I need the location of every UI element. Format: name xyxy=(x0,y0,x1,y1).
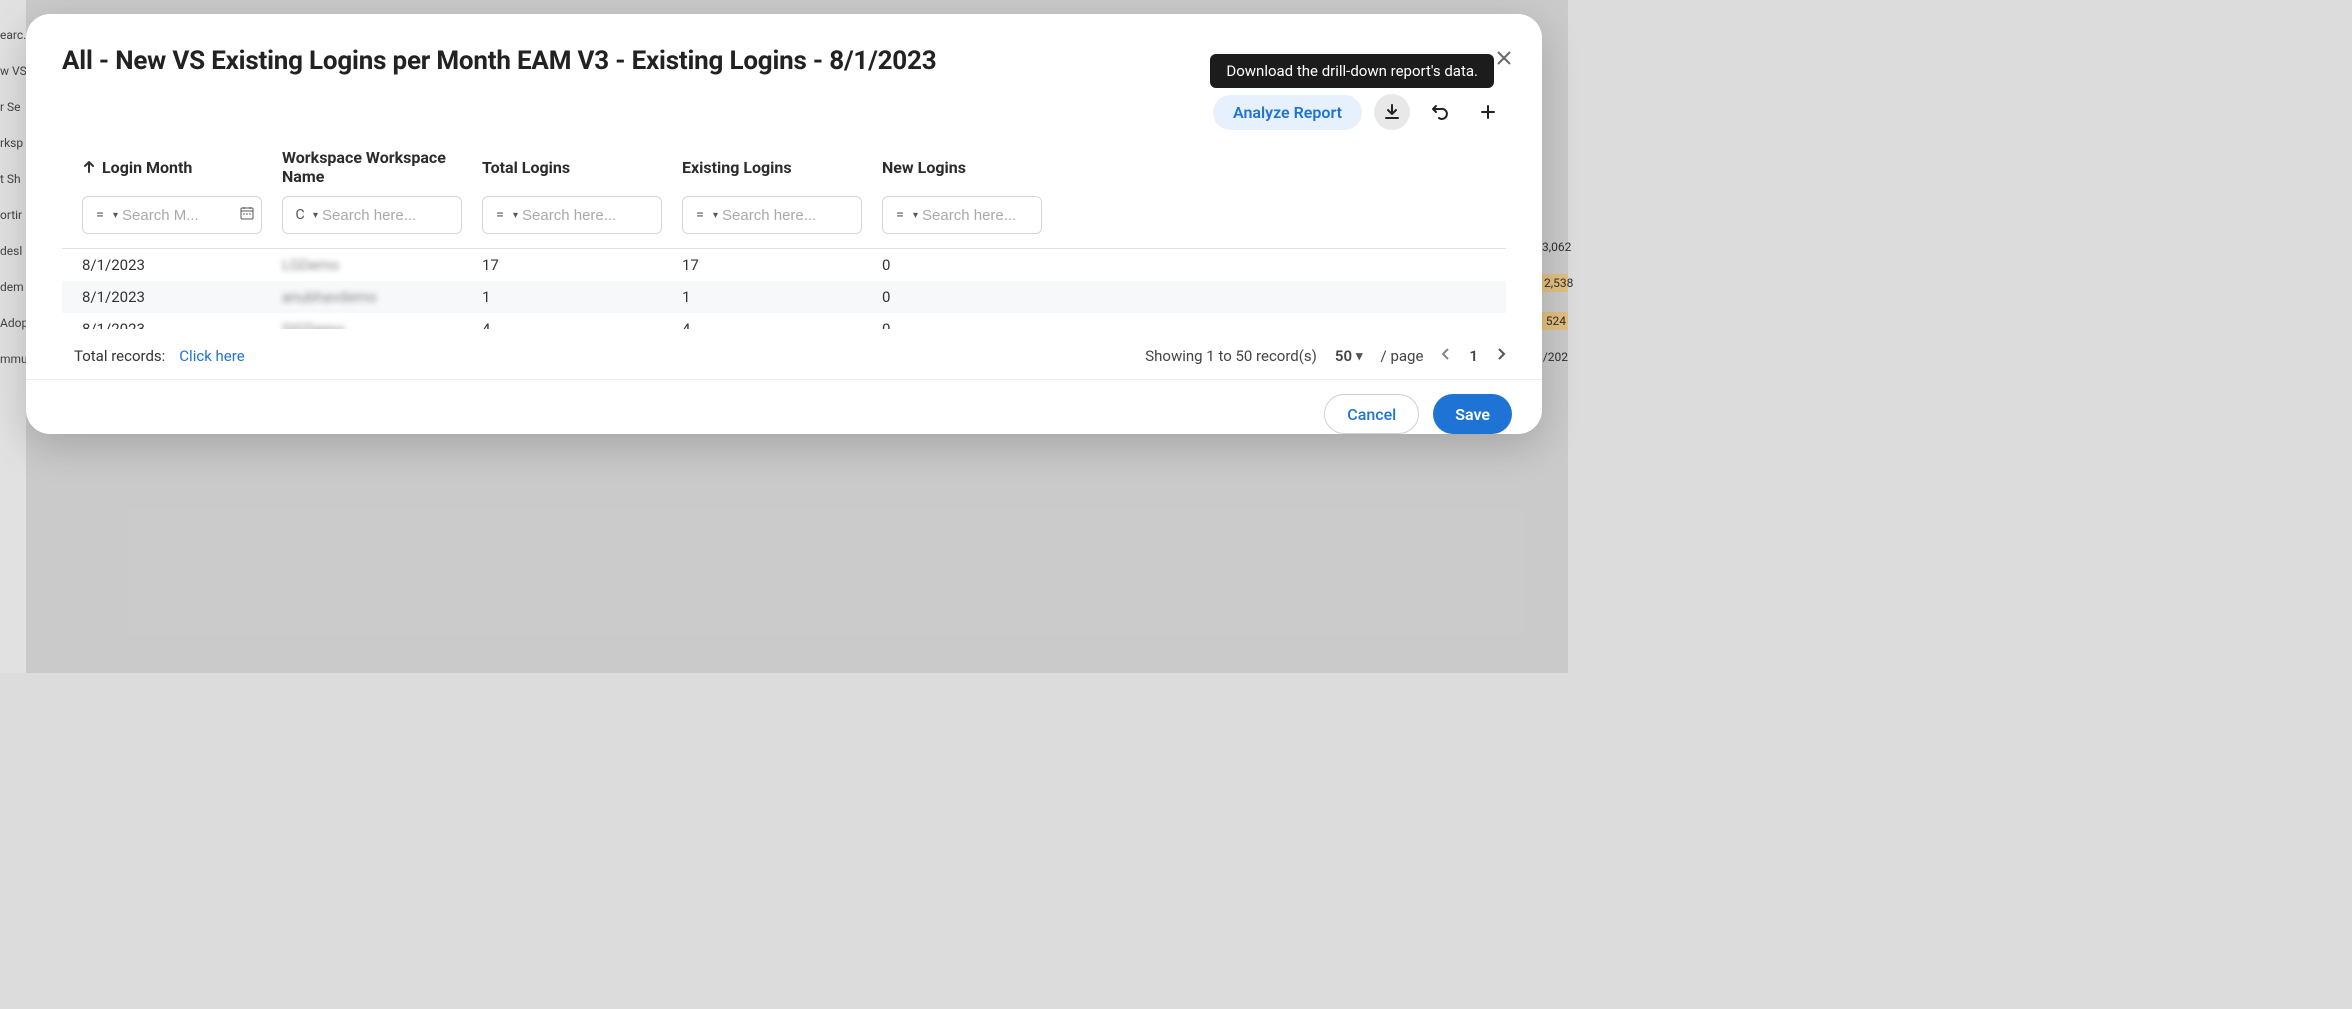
column-filter[interactable]: =▾ xyxy=(682,196,862,234)
filter-input[interactable] xyxy=(122,207,235,224)
filter-operator[interactable]: = xyxy=(691,207,709,223)
column-header[interactable]: New Logins xyxy=(882,148,1042,186)
column-header-label: New Logins xyxy=(882,158,966,177)
column-filter[interactable]: =▾ xyxy=(482,196,662,234)
prev-page-button[interactable] xyxy=(1441,347,1451,365)
download-icon xyxy=(1383,103,1401,121)
cell-new-logins: 0 xyxy=(882,320,1042,329)
column-header[interactable]: Existing Logins xyxy=(682,148,882,186)
download-button[interactable] xyxy=(1374,94,1410,130)
page-size-value: 50 xyxy=(1335,347,1352,365)
cell-workspace-name: anubhavdemo xyxy=(282,288,482,306)
column-header-label: Total Logins xyxy=(482,158,570,177)
cell-existing-logins: 17 xyxy=(682,256,882,274)
data-grid: Login Month Workspace Workspace NameTotal… xyxy=(62,148,1506,329)
sort-asc-icon xyxy=(82,160,96,174)
total-records: Total records: Click here xyxy=(74,347,245,365)
column-filter[interactable]: C▾ xyxy=(282,196,462,234)
chevron-down-icon: ▾ xyxy=(313,210,318,221)
calendar-icon[interactable] xyxy=(239,205,255,225)
table-row[interactable]: 8/1/2023LGDemo17170 xyxy=(62,249,1506,281)
save-button[interactable]: Save xyxy=(1433,394,1512,434)
cell-total-logins: 1 xyxy=(482,288,682,306)
filter-operator[interactable]: = xyxy=(491,207,509,223)
column-header[interactable]: Total Logins xyxy=(482,148,682,186)
close-button[interactable] xyxy=(1490,44,1518,72)
next-page-button[interactable] xyxy=(1496,347,1506,365)
table-row[interactable]: 8/1/2023SIGDemo440 xyxy=(62,313,1506,329)
column-filter[interactable]: =▾ xyxy=(882,196,1042,234)
cancel-button[interactable]: Cancel xyxy=(1324,394,1419,434)
chevron-down-icon: ▾ xyxy=(713,210,718,221)
chevron-down-icon: ▾ xyxy=(913,210,918,221)
modal-footer: Cancel Save xyxy=(26,380,1542,434)
download-tooltip: Download the drill-down report's data. xyxy=(1210,54,1494,88)
filter-input[interactable] xyxy=(722,207,855,224)
cell-workspace-name: SIGDemo xyxy=(282,320,482,329)
column-header[interactable]: Workspace Workspace Name xyxy=(282,148,482,186)
cell-new-logins: 0 xyxy=(882,256,1042,274)
grid-filter-row: =▾C▾=▾=▾=▾ xyxy=(62,186,1506,249)
cell-existing-logins: 1 xyxy=(682,288,882,306)
chevron-down-icon: ▾ xyxy=(513,210,518,221)
cell-login-month: 8/1/2023 xyxy=(82,256,282,274)
total-records-label: Total records: xyxy=(74,347,165,365)
undo-icon xyxy=(1431,103,1449,121)
analyze-report-button[interactable]: Analyze Report xyxy=(1213,95,1362,130)
filter-operator[interactable]: = xyxy=(891,207,909,223)
grid-area: Login Month Workspace Workspace NameTotal… xyxy=(26,148,1542,329)
cell-total-logins: 17 xyxy=(482,256,682,274)
column-filter[interactable]: =▾ xyxy=(82,196,262,234)
cell-login-month: 8/1/2023 xyxy=(82,288,282,306)
filter-operator[interactable]: C xyxy=(291,207,309,223)
grid-header-row: Login Month Workspace Workspace NameTotal… xyxy=(62,148,1506,186)
column-header-label: Login Month xyxy=(102,158,192,177)
modal-header: All - New VS Existing Logins per Month E… xyxy=(26,14,1542,84)
filter-input[interactable] xyxy=(922,207,1035,224)
filter-input[interactable] xyxy=(322,207,455,224)
cell-new-logins: 0 xyxy=(882,288,1042,306)
filter-operator[interactable]: = xyxy=(91,207,109,223)
chevron-right-icon xyxy=(1496,347,1506,361)
grid-body: 8/1/2023LGDemo171708/1/2023anubhavdemo11… xyxy=(62,249,1506,329)
showing-range: Showing 1 to 50 record(s) xyxy=(1145,347,1317,365)
chevron-down-icon: ▾ xyxy=(113,210,118,221)
drilldown-modal: All - New VS Existing Logins per Month E… xyxy=(26,14,1542,434)
cell-total-logins: 4 xyxy=(482,320,682,329)
column-header-label: Existing Logins xyxy=(682,158,792,177)
cell-login-month: 8/1/2023 xyxy=(82,320,282,329)
filter-input[interactable] xyxy=(522,207,655,224)
chevron-left-icon xyxy=(1441,347,1451,361)
modal-toolbar: Analyze Report xyxy=(26,84,1542,148)
page-size-selector[interactable]: 50 ▾ xyxy=(1335,347,1363,365)
total-records-link[interactable]: Click here xyxy=(179,347,244,365)
cell-existing-logins: 4 xyxy=(682,320,882,329)
plus-icon xyxy=(1479,103,1497,121)
chevron-down-icon: ▾ xyxy=(1356,349,1363,364)
current-page: 1 xyxy=(1469,347,1478,365)
per-page-label: / page xyxy=(1381,347,1424,365)
table-row[interactable]: 8/1/2023anubhavdemo110 xyxy=(62,281,1506,313)
column-header[interactable]: Login Month xyxy=(82,148,282,186)
column-header-label: Workspace Workspace Name xyxy=(282,148,482,186)
cell-workspace-name: LGDemo xyxy=(282,256,482,274)
grid-footer: Total records: Click here Showing 1 to 5… xyxy=(26,329,1542,380)
close-icon xyxy=(1496,50,1512,66)
pager: Showing 1 to 50 record(s) 50 ▾ / page 1 xyxy=(1145,347,1506,365)
add-button[interactable] xyxy=(1470,94,1506,130)
undo-button[interactable] xyxy=(1422,94,1458,130)
